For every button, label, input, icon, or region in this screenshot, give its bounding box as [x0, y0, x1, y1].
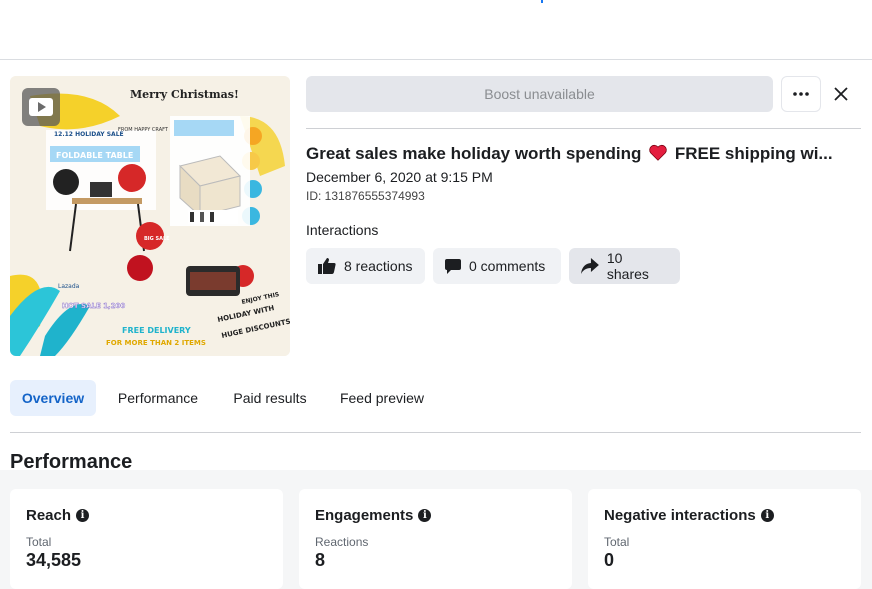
negative-interactions-title: Negative interactions — [604, 507, 756, 524]
reactions-chip[interactable]: 8 reactions — [306, 248, 425, 284]
reactions-count: 8 reactions — [344, 258, 413, 274]
post-id: ID: 131876555374993 — [306, 189, 425, 203]
reach-label: Total — [26, 535, 52, 549]
close-button[interactable] — [826, 76, 856, 112]
like-icon — [318, 258, 336, 274]
media-hot-sale-text: HOT SALE 1,200 — [62, 302, 125, 310]
media-promo-line2: FOR MORE THAN 2 ITEMS — [106, 339, 206, 347]
post-title-start: Great sales make holiday worth spending — [306, 144, 642, 163]
media-header-text: Merry Christmas! — [130, 88, 239, 101]
card-title: Engagements i — [315, 507, 432, 524]
share-icon — [581, 258, 599, 274]
post-media-thumbnail[interactable]: Merry Christmas! FROM HAPPY CRAFT 12.12 … — [10, 76, 290, 356]
top-bar — [0, 0, 872, 60]
engagements-value: 8 — [315, 550, 326, 570]
media-big-sale-text: BIG SALE — [144, 236, 170, 242]
negative-interactions-value: 0 — [604, 550, 615, 570]
more-icon — [793, 92, 809, 96]
media-banner-text: FOLDABLE TABLE — [56, 151, 133, 160]
shares-count: 10 shares — [606, 250, 649, 282]
media-sub-text: FROM HAPPY CRAFT — [118, 127, 169, 133]
performance-heading: Performance — [10, 451, 133, 473]
boost-button[interactable]: Boost unavailable — [306, 76, 773, 112]
card-title: Reach i — [26, 507, 90, 524]
reach-title: Reach — [26, 507, 72, 524]
heart-icon — [649, 144, 667, 161]
close-icon — [834, 87, 848, 101]
media-brand-text: Lazada — [58, 283, 80, 290]
post-title: Great sales make holiday worth spending … — [306, 144, 861, 164]
comments-chip[interactable]: 0 comments — [433, 248, 561, 284]
post-title-end: FREE shipping wi... — [674, 144, 833, 163]
engagements-title: Engagements — [315, 507, 414, 524]
info-icon[interactable]: i — [760, 509, 774, 522]
tab-feed-preview[interactable]: Feed preview — [332, 380, 432, 416]
card-title: Negative interactions i — [604, 507, 774, 524]
divider — [306, 128, 861, 129]
tab-paid-results[interactable]: Paid results — [224, 380, 316, 416]
reach-value: 34,585 — [26, 550, 82, 570]
loading-indicator — [541, 0, 543, 3]
media-promo-line1: FREE DELIVERY — [122, 326, 191, 335]
media-sale-tag: 12.12 HOLIDAY SALE — [54, 131, 124, 138]
post-date: December 6, 2020 at 9:15 PM — [306, 169, 493, 185]
interactions-label: Interactions — [306, 222, 379, 238]
more-options-button[interactable] — [781, 76, 821, 112]
tab-performance[interactable]: Performance — [108, 380, 208, 416]
shares-chip[interactable]: 10 shares — [569, 248, 680, 284]
comment-icon — [445, 259, 461, 274]
info-icon[interactable]: i — [76, 509, 90, 522]
comments-count: 0 comments — [469, 258, 546, 274]
engagements-label: Reactions — [315, 535, 369, 549]
play-icon[interactable] — [22, 88, 60, 126]
negative-interactions-label: Total — [604, 535, 630, 549]
negative-interactions-card: Negative interactions i Total 0 — [588, 489, 861, 589]
reach-card: Reach i Total 34,585 — [10, 489, 283, 589]
tab-overview[interactable]: Overview — [10, 380, 96, 416]
engagements-card: Engagements i Reactions 8 — [299, 489, 572, 589]
info-icon[interactable]: i — [418, 509, 432, 522]
divider — [10, 432, 861, 433]
